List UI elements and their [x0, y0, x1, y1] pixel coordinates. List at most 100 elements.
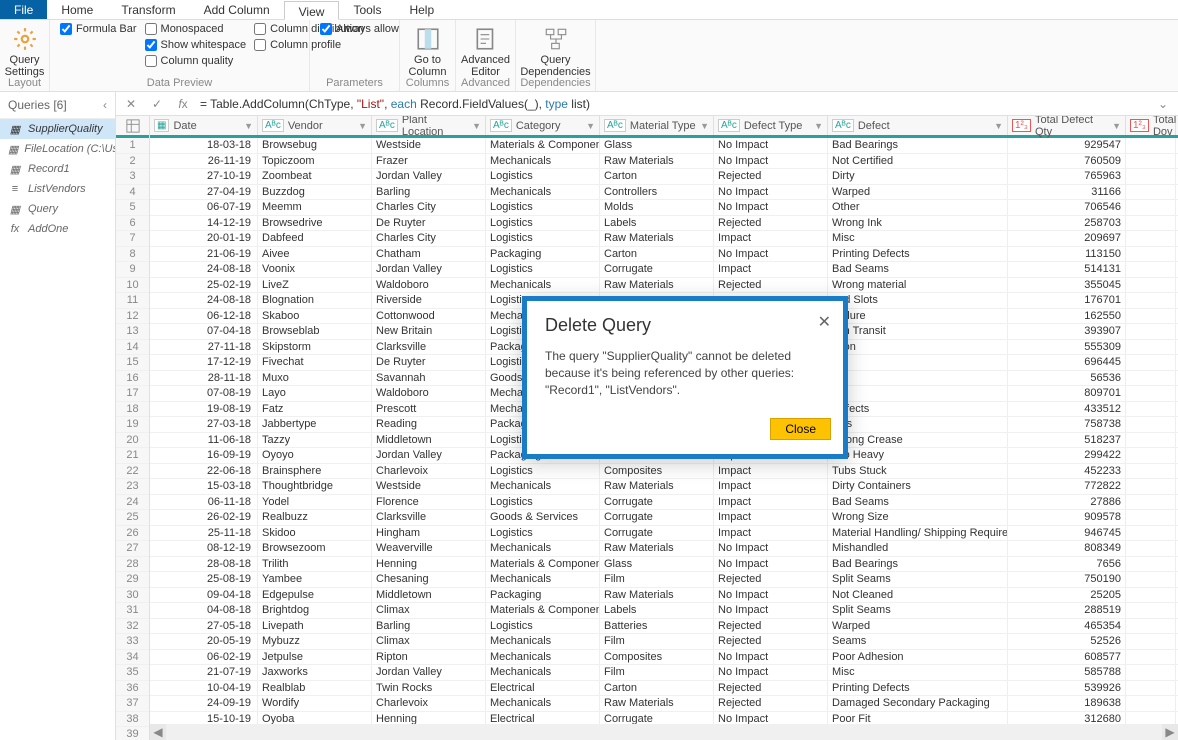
- cell-defecttype[interactable]: No Impact: [714, 588, 828, 603]
- tab-help[interactable]: Help: [395, 0, 448, 19]
- formula-text[interactable]: = Table.AddColumn(ChType, "List", each R…: [200, 97, 1146, 111]
- cell-material[interactable]: Carton: [600, 247, 714, 262]
- cell-defect[interactable]: Not Certified: [828, 154, 1008, 169]
- cell-category[interactable]: Mechanicals: [486, 572, 600, 587]
- cell-qty[interactable]: 176701: [1008, 293, 1126, 308]
- cell-defect[interactable]: Wrong Ink: [828, 216, 1008, 231]
- row-number[interactable]: 10: [116, 278, 149, 294]
- row-number[interactable]: 29: [116, 572, 149, 588]
- cell-date[interactable]: 19-08-19: [150, 402, 258, 417]
- cell-downtime[interactable]: [1126, 262, 1176, 277]
- cell-plant[interactable]: Henning: [372, 712, 486, 725]
- cell-qty[interactable]: 452233: [1008, 464, 1126, 479]
- cell-defect[interactable]: Mishandled: [828, 541, 1008, 556]
- cell-qty[interactable]: 465354: [1008, 619, 1126, 634]
- cell-vendor[interactable]: Wordify: [258, 696, 372, 711]
- cell-defect[interactable]: Not Cleaned: [828, 588, 1008, 603]
- cell-date[interactable]: 09-04-18: [150, 588, 258, 603]
- cell-defect[interactable]: Material Handling/ Shipping Requirements…: [828, 526, 1008, 541]
- cell-qty[interactable]: 514131: [1008, 262, 1126, 277]
- cell-downtime[interactable]: [1126, 200, 1176, 215]
- chk-always-allow[interactable]: Always allow: [316, 22, 403, 36]
- cell-date[interactable]: 20-05-19: [150, 634, 258, 649]
- cell-defecttype[interactable]: Impact: [714, 526, 828, 541]
- column-header-date[interactable]: ▦Date▼: [150, 116, 258, 135]
- cell-plant[interactable]: Florence: [372, 495, 486, 510]
- cell-defect[interactable]: Poor Fit: [828, 712, 1008, 725]
- table-row[interactable]: 20-05-19MybuzzClimaxMechanicalsFilmRejec…: [150, 634, 1178, 650]
- cell-downtime[interactable]: [1126, 293, 1176, 308]
- row-number[interactable]: 16: [116, 371, 149, 387]
- cell-vendor[interactable]: Meemm: [258, 200, 372, 215]
- cell-date[interactable]: 25-02-19: [150, 278, 258, 293]
- cell-category[interactable]: Mechanicals: [486, 154, 600, 169]
- cell-date[interactable]: 07-08-19: [150, 386, 258, 401]
- cell-material[interactable]: Corrugate: [600, 712, 714, 725]
- cell-material[interactable]: Corrugate: [600, 510, 714, 525]
- cell-date[interactable]: 24-08-18: [150, 293, 258, 308]
- table-row[interactable]: 27-10-19ZoombeatJordan ValleyLogisticsCa…: [150, 169, 1178, 185]
- table-row[interactable]: 09-04-18EdgepulseMiddletownPackagingRaw …: [150, 588, 1178, 604]
- cell-defect[interactable]: Poor Adhesion: [828, 650, 1008, 665]
- cell-vendor[interactable]: Zoombeat: [258, 169, 372, 184]
- column-header-vendor[interactable]: AᴮcVendor▼: [258, 116, 372, 135]
- cell-defecttype[interactable]: Rejected: [714, 696, 828, 711]
- cell-date[interactable]: 06-11-18: [150, 495, 258, 510]
- row-number[interactable]: 34: [116, 650, 149, 666]
- cell-downtime[interactable]: [1126, 634, 1176, 649]
- cell-defect[interactable]: Too Heavy: [828, 448, 1008, 463]
- expand-formula-icon[interactable]: ⌄: [1154, 97, 1172, 111]
- cell-vendor[interactable]: Mybuzz: [258, 634, 372, 649]
- table-row[interactable]: 15-03-18ThoughtbridgeWestsideMechanicals…: [150, 479, 1178, 495]
- cell-downtime[interactable]: [1126, 417, 1176, 432]
- cell-category[interactable]: Electrical: [486, 712, 600, 725]
- cell-qty[interactable]: 608577: [1008, 650, 1126, 665]
- cell-defect[interactable]: ned Slots: [828, 293, 1008, 308]
- cell-qty[interactable]: 299422: [1008, 448, 1126, 463]
- cell-vendor[interactable]: Thoughtbridge: [258, 479, 372, 494]
- cell-material[interactable]: Controllers: [600, 185, 714, 200]
- cell-vendor[interactable]: Muxo: [258, 371, 372, 386]
- cancel-formula-icon[interactable]: ✕: [122, 95, 140, 113]
- cell-qty[interactable]: 539926: [1008, 681, 1126, 696]
- cell-downtime[interactable]: [1126, 355, 1176, 370]
- cell-qty[interactable]: 585788: [1008, 665, 1126, 680]
- cell-downtime[interactable]: [1126, 681, 1176, 696]
- cell-defect[interactable]: Dirty: [828, 169, 1008, 184]
- query-item-3[interactable]: ≡ListVendors: [0, 179, 115, 199]
- cell-plant[interactable]: Clarksville: [372, 340, 486, 355]
- cell-defect[interactable]: Wrong Size: [828, 510, 1008, 525]
- column-dropdown-icon[interactable]: ▼: [814, 121, 823, 131]
- cell-qty[interactable]: 56536: [1008, 371, 1126, 386]
- cell-qty[interactable]: 25205: [1008, 588, 1126, 603]
- cell-defect[interactable]: Split Seams: [828, 572, 1008, 587]
- cell-qty[interactable]: 929547: [1008, 138, 1126, 153]
- cell-defect[interactable]: Dirty Containers: [828, 479, 1008, 494]
- cell-plant[interactable]: Westside: [372, 479, 486, 494]
- cell-category[interactable]: Logistics: [486, 619, 600, 634]
- cell-downtime[interactable]: [1126, 340, 1176, 355]
- cell-vendor[interactable]: Tazzy: [258, 433, 372, 448]
- cell-vendor[interactable]: Fatz: [258, 402, 372, 417]
- cell-downtime[interactable]: [1126, 448, 1176, 463]
- cell-category[interactable]: Mechanicals: [486, 665, 600, 680]
- cell-plant[interactable]: De Ruyter: [372, 216, 486, 231]
- cell-qty[interactable]: 555309: [1008, 340, 1126, 355]
- cell-downtime[interactable]: [1126, 278, 1176, 293]
- table-row[interactable]: 24-08-18VoonixJordan ValleyLogisticsCorr…: [150, 262, 1178, 278]
- cell-material[interactable]: Raw Materials: [600, 588, 714, 603]
- cell-plant[interactable]: Ripton: [372, 650, 486, 665]
- cell-defect[interactable]: Defects: [828, 402, 1008, 417]
- cell-defecttype[interactable]: No Impact: [714, 650, 828, 665]
- cell-category[interactable]: Materials & Components: [486, 138, 600, 153]
- row-number[interactable]: 22: [116, 464, 149, 480]
- cell-material[interactable]: Carton: [600, 169, 714, 184]
- cell-plant[interactable]: Climax: [372, 634, 486, 649]
- cell-defect[interactable]: Bad Seams: [828, 262, 1008, 277]
- cell-date[interactable]: 10-04-19: [150, 681, 258, 696]
- cell-defect[interactable]: ation: [828, 340, 1008, 355]
- cell-defecttype[interactable]: Impact: [714, 464, 828, 479]
- cell-defect[interactable]: Bad Bearings: [828, 557, 1008, 572]
- row-number[interactable]: 25: [116, 510, 149, 526]
- cell-defect[interactable]: Bad Bearings: [828, 138, 1008, 153]
